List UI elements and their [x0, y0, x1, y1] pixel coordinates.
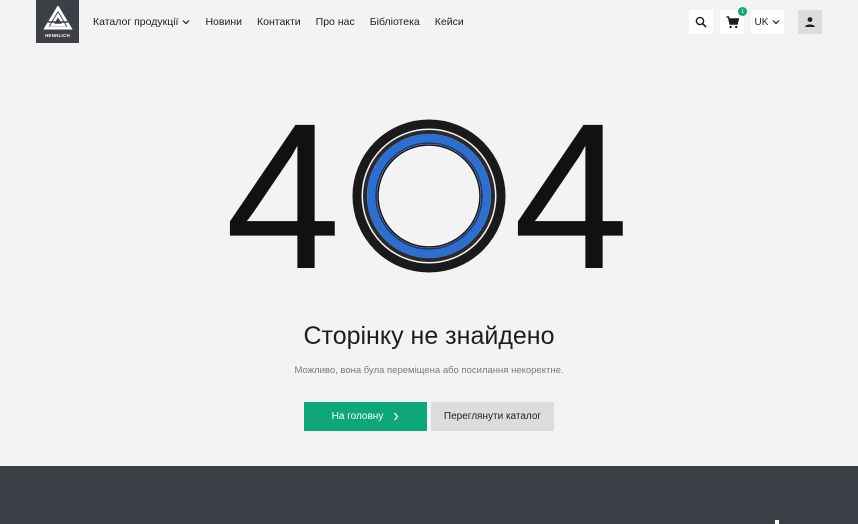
- error-message: Можливо, вона була переміщена або посила…: [294, 365, 564, 376]
- account-button[interactable]: [798, 10, 822, 34]
- cart-icon: [726, 15, 739, 28]
- error-code-digit-left: 4: [226, 110, 341, 278]
- error-code-digit-right: 4: [513, 110, 629, 278]
- search-icon: [695, 16, 707, 28]
- site-header: HENNLICH Каталог продукції Новини Контак…: [0, 0, 858, 44]
- search-button[interactable]: [689, 10, 713, 34]
- go-home-button[interactable]: На головну: [304, 402, 427, 431]
- site-footer: [0, 466, 858, 524]
- footer-mark: [775, 520, 779, 524]
- language-selector[interactable]: UK: [751, 10, 784, 34]
- header-actions: 1 UK: [0, 7, 858, 34]
- go-home-label: На головну: [331, 411, 384, 422]
- chevron-right-icon: [393, 412, 399, 421]
- error-code-graphic: 4 4: [226, 110, 632, 278]
- chevron-down-icon: [772, 19, 780, 25]
- cart-count-badge: 1: [738, 7, 747, 16]
- language-label: UK: [754, 16, 769, 28]
- page-title: Сторінку не знайдено: [303, 322, 555, 350]
- view-catalog-button[interactable]: Переглянути каталог: [431, 402, 554, 431]
- user-icon: [805, 17, 815, 27]
- view-catalog-label: Переглянути каталог: [443, 411, 542, 422]
- page: HENNLICH Каталог продукції Новини Контак…: [0, 0, 858, 524]
- seal-ring-icon: [352, 119, 506, 273]
